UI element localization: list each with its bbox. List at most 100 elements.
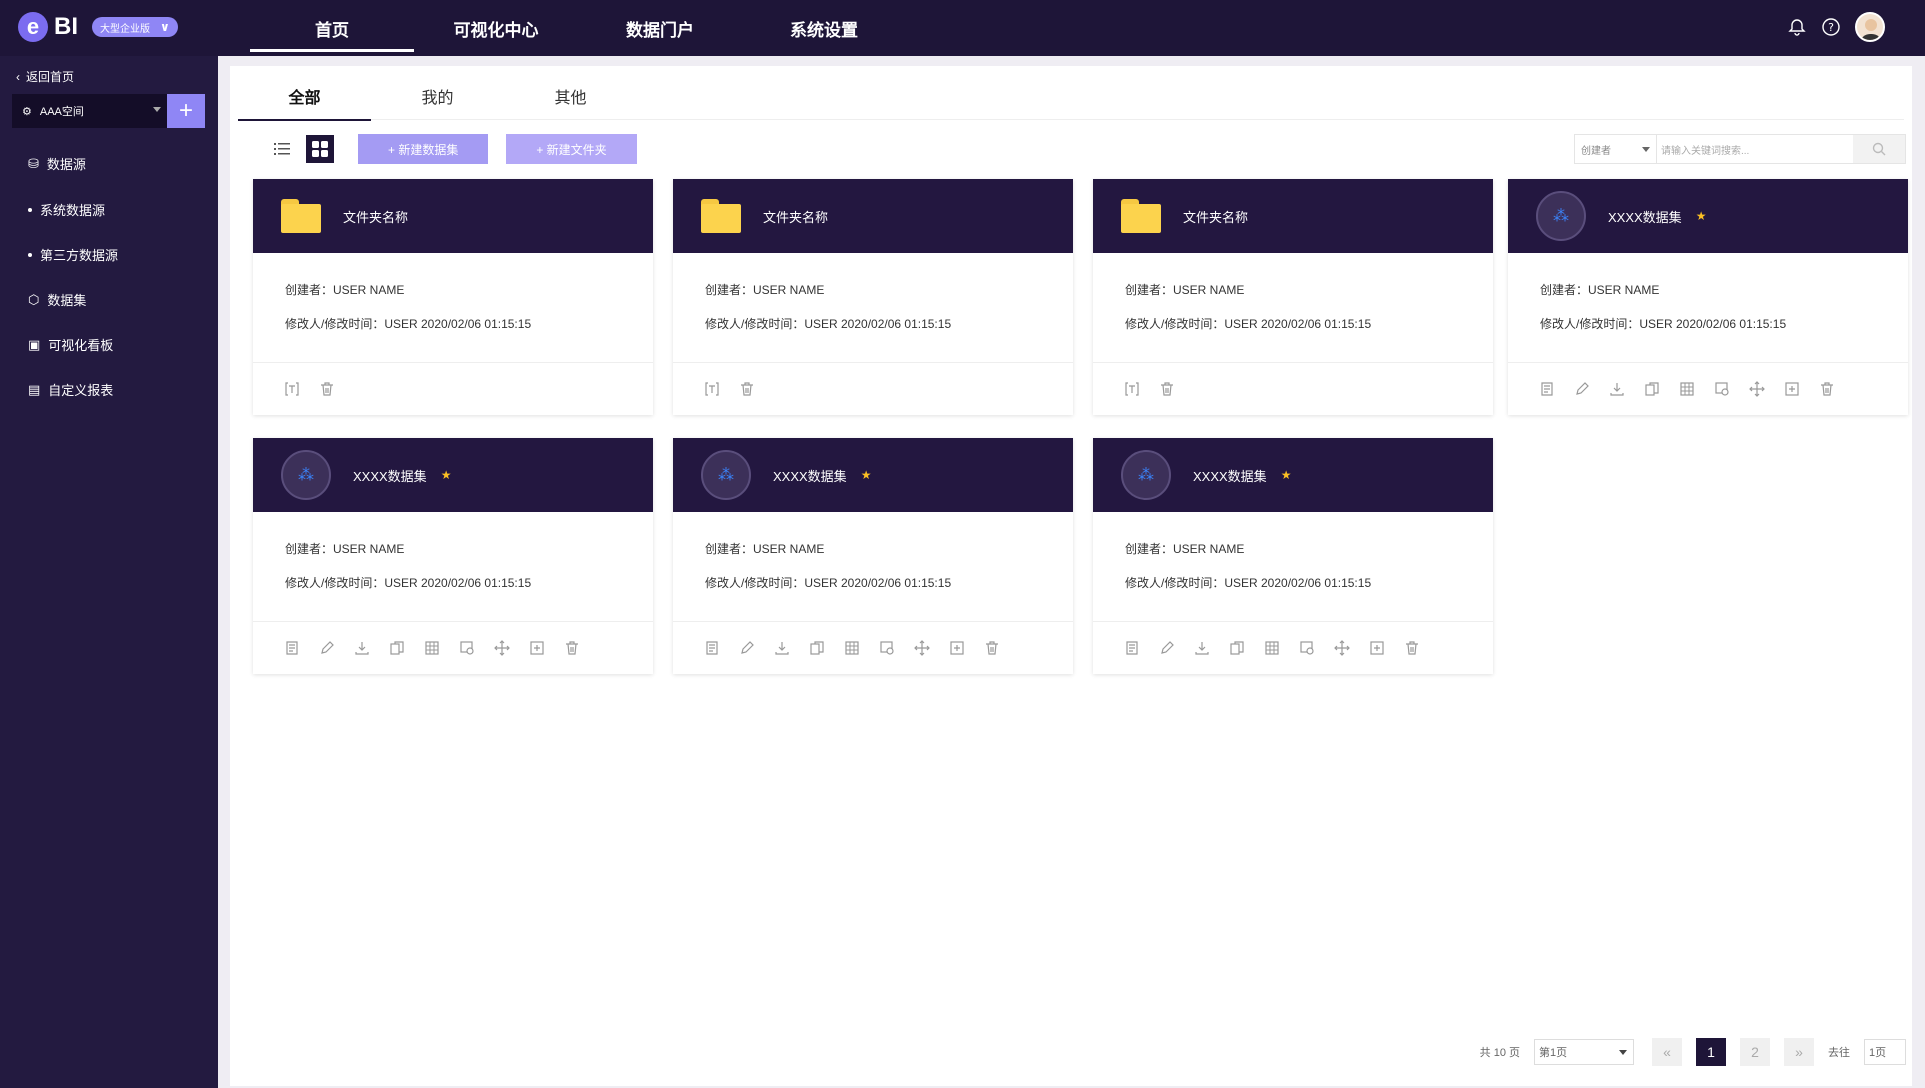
rename-icon[interactable] [283, 380, 301, 398]
copy-icon[interactable] [1228, 639, 1246, 657]
new-dataset-button[interactable]: + 新建数据集 [358, 134, 489, 164]
table-icon[interactable] [1678, 380, 1696, 398]
detail-icon[interactable] [1123, 639, 1141, 657]
search-icon [1872, 142, 1886, 156]
card-creator: 创建者：USER NAME [1125, 542, 1245, 556]
table-icon[interactable] [423, 639, 441, 657]
folder-card[interactable]: 文件夹名称 创建者：USER NAME 修改人/修改时间：USER 2020/0… [1093, 179, 1493, 415]
page-select[interactable]: 第1页 [1534, 1039, 1634, 1065]
page-button[interactable]: 2 [1740, 1038, 1770, 1066]
detail-icon[interactable] [283, 639, 301, 657]
sidebar-item-custom-report[interactable]: ▤ 自定义报表 [28, 380, 113, 399]
dataset-card[interactable]: ⁂ XXXX数据集 ★ 创建者：USER NAME 修改人/修改时间：USER … [673, 438, 1073, 674]
detail-icon[interactable] [703, 639, 721, 657]
rename-icon[interactable] [1123, 380, 1141, 398]
sidebar: ‹ 返回首页 ⚙ AAA空间 + ⛁ 数据源 系统数据源 第三方数据源 ⬡ 数据… [0, 56, 218, 1088]
delete-icon[interactable] [563, 639, 581, 657]
bell-icon[interactable] [1787, 17, 1807, 37]
tab-others[interactable]: 其他 [504, 72, 637, 120]
space-select[interactable]: ⚙ AAA空间 [12, 94, 167, 128]
tab-mine[interactable]: 我的 [371, 72, 504, 120]
card-title: XXXX数据集 [773, 468, 847, 484]
next-page-button[interactable]: » [1784, 1038, 1814, 1066]
search-button[interactable] [1853, 135, 1905, 163]
dataset-card[interactable]: ⁂ XXXX数据集 ★ 创建者：USER NAME 修改人/修改时间：USER … [1508, 179, 1908, 415]
copy-icon[interactable] [808, 639, 826, 657]
rename-icon[interactable] [703, 380, 721, 398]
move-icon[interactable] [493, 639, 511, 657]
move-icon[interactable] [913, 639, 931, 657]
move-icon[interactable] [1333, 639, 1351, 657]
nav-home[interactable]: 首页 [250, 0, 414, 56]
preview-icon[interactable] [1298, 639, 1316, 657]
edit-icon[interactable] [318, 639, 336, 657]
grid-view-button[interactable] [306, 135, 334, 163]
card-body: 创建者：USER NAME 修改人/修改时间：USER 2020/02/06 0… [253, 512, 653, 622]
sidebar-item-dashboard[interactable]: ▣ 可视化看板 [28, 335, 113, 354]
list-view-button[interactable] [268, 135, 296, 163]
copy-icon[interactable] [1643, 380, 1661, 398]
edit-icon[interactable] [738, 639, 756, 657]
dataset-card[interactable]: ⁂ XXXX数据集 ★ 创建者：USER NAME 修改人/修改时间：USER … [1093, 438, 1493, 674]
search-filter-select[interactable]: 创建者 [1575, 135, 1657, 163]
detail-icon[interactable] [1538, 380, 1556, 398]
delete-icon[interactable] [1158, 380, 1176, 398]
delete-icon[interactable] [1403, 639, 1421, 657]
delete-icon[interactable] [738, 380, 756, 398]
new-folder-button[interactable]: + 新建文件夹 [506, 134, 637, 164]
search-input[interactable]: 请输入关键词搜索... [1657, 135, 1853, 163]
download-icon[interactable] [1193, 639, 1211, 657]
delete-icon[interactable] [318, 380, 336, 398]
edit-icon[interactable] [1573, 380, 1591, 398]
nav-system-settings[interactable]: 系统设置 [742, 0, 906, 56]
star-icon[interactable]: ★ [1696, 209, 1707, 223]
sidebar-item-label: 数据集 [47, 293, 87, 308]
copy-icon[interactable] [388, 639, 406, 657]
preview-icon[interactable] [1713, 380, 1731, 398]
sidebar-item-system-datasource[interactable]: 系统数据源 [28, 200, 105, 219]
card-body: 创建者：USER NAME 修改人/修改时间：USER 2020/02/06 0… [253, 253, 653, 363]
space-row: ⚙ AAA空间 + [12, 94, 205, 128]
dataset-card[interactable]: ⁂ XXXX数据集 ★ 创建者：USER NAME 修改人/修改时间：USER … [253, 438, 653, 674]
table-icon[interactable] [843, 639, 861, 657]
back-home-link[interactable]: ‹ 返回首页 [16, 68, 74, 85]
download-icon[interactable] [353, 639, 371, 657]
star-icon[interactable]: ★ [441, 468, 452, 482]
edit-icon[interactable] [1158, 639, 1176, 657]
sidebar-item-dataset[interactable]: ⬡ 数据集 [28, 290, 86, 309]
nav-data-portal[interactable]: 数据门户 [578, 0, 742, 56]
move-icon[interactable] [1748, 380, 1766, 398]
add-icon[interactable] [1368, 639, 1386, 657]
avatar[interactable] [1855, 12, 1885, 42]
prev-page-button[interactable]: « [1652, 1038, 1682, 1066]
delete-icon[interactable] [983, 639, 1001, 657]
folder-card[interactable]: 文件夹名称 创建者：USER NAME 修改人/修改时间：USER 2020/0… [253, 179, 653, 415]
folder-icon [1121, 199, 1161, 233]
sidebar-item-third-party-datasource[interactable]: 第三方数据源 [28, 245, 118, 264]
add-icon[interactable] [948, 639, 966, 657]
add-icon[interactable] [1783, 380, 1801, 398]
table-icon[interactable] [1263, 639, 1281, 657]
preview-icon[interactable] [878, 639, 896, 657]
star-icon[interactable]: ★ [1281, 468, 1292, 482]
sidebar-item-datasource[interactable]: ⛁ 数据源 [28, 154, 86, 173]
tab-all[interactable]: 全部 [238, 72, 371, 121]
help-icon[interactable]: ? [1821, 17, 1841, 37]
edition-dropdown[interactable]: 大型企业版 ∨ [92, 17, 178, 37]
star-icon[interactable]: ★ [861, 468, 872, 482]
nav-visual-center[interactable]: 可视化中心 [414, 0, 578, 56]
card-title: XXXX数据集 [353, 468, 427, 484]
preview-icon[interactable] [458, 639, 476, 657]
add-icon[interactable] [528, 639, 546, 657]
goto-page-input[interactable]: 1页 [1864, 1039, 1906, 1065]
card-modified: 修改人/修改时间：USER 2020/02/06 01:15:15 [285, 576, 532, 590]
database-icon: ⛁ [28, 155, 39, 171]
page-button[interactable]: 1 [1696, 1038, 1726, 1066]
add-space-button[interactable]: + [167, 94, 205, 128]
download-icon[interactable] [773, 639, 791, 657]
caret-down-icon [153, 107, 161, 112]
download-icon[interactable] [1608, 380, 1626, 398]
delete-icon[interactable] [1818, 380, 1836, 398]
folder-card[interactable]: 文件夹名称 创建者：USER NAME 修改人/修改时间：USER 2020/0… [673, 179, 1073, 415]
logo[interactable]: e BI 大型企业版 ∨ [18, 12, 178, 42]
